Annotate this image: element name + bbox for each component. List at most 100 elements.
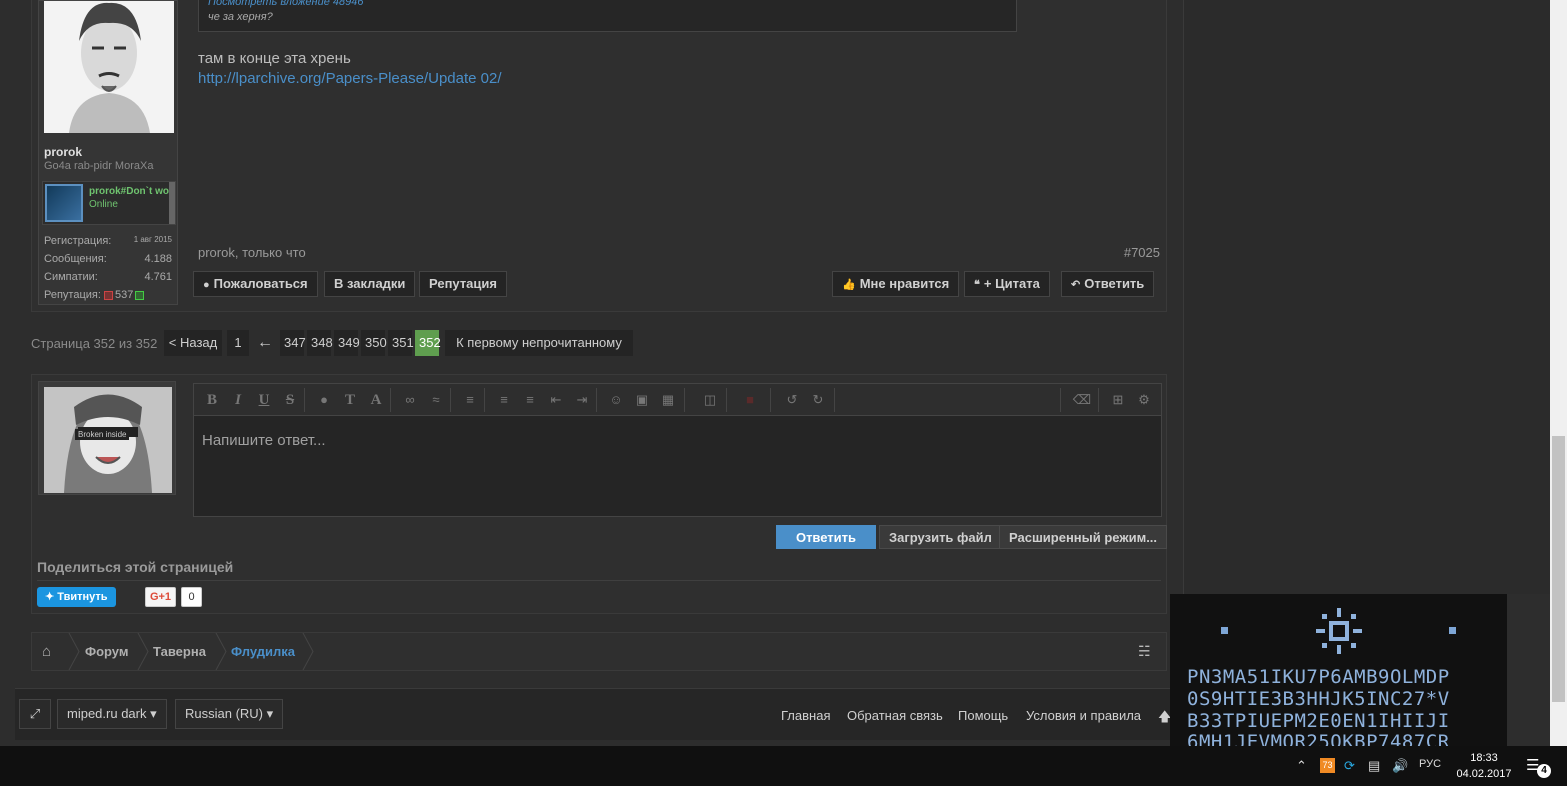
italic-icon[interactable]: I xyxy=(228,391,248,409)
gplus-button[interactable]: G+1 xyxy=(145,587,176,607)
post-number[interactable]: #7025 xyxy=(1124,245,1160,260)
quick-reply: Broken inside B I U S ● T A ∞ ≈ ≡ ≡ ≡ ⇤ xyxy=(31,374,1168,614)
rep-minus-icon[interactable] xyxy=(103,290,113,300)
page-scrollbar[interactable] xyxy=(1550,0,1567,746)
chevron-icon xyxy=(68,632,80,671)
captcha-line: PN3MA51IKU7P6AMB9OLMDP xyxy=(1187,666,1450,688)
page-label: Страница 352 из 352 xyxy=(31,336,158,351)
user-avatar[interactable] xyxy=(44,1,174,133)
captcha-line: B33TPIUEPM2E0EN1IHIIJI xyxy=(1187,710,1450,732)
quote-icon: ❝ xyxy=(974,279,980,291)
page-349[interactable]: 349 xyxy=(334,330,360,356)
post-author-time[interactable]: prorok, только что xyxy=(198,245,306,260)
sitemap-icon[interactable]: ☵ xyxy=(1138,643,1156,661)
code-icon[interactable]: ■ xyxy=(740,391,760,409)
page-350[interactable]: 350 xyxy=(361,330,387,356)
bold-icon[interactable]: B xyxy=(202,391,222,409)
color-icon[interactable]: ● xyxy=(314,391,334,409)
editor-toolbar: B I U S ● T A ∞ ≈ ≡ ≡ ≡ ⇤ ⇥ ☺ ▣ ▦ ◫ ■ ↺ … xyxy=(194,384,1161,416)
stat-likes: Симпатии: 4.761 xyxy=(44,271,172,283)
reply-editor[interactable]: B I U S ● T A ∞ ≈ ≡ ≡ ≡ ⇤ ⇥ ☺ ▣ ▦ ◫ ■ ↺ … xyxy=(193,383,1162,517)
tray-app-badge[interactable]: 73 xyxy=(1320,758,1335,773)
sidebar xyxy=(1183,0,1550,594)
breadcrumb: ⌂ Форум Таверна Флудилка ☵ xyxy=(31,632,1167,671)
message-text: там в конце эта хрень xyxy=(198,50,351,67)
reply-post-button[interactable]: ↶ Ответить xyxy=(1061,271,1155,297)
submit-reply-button[interactable]: Ответить xyxy=(776,525,876,549)
undo-icon[interactable]: ↺ xyxy=(782,391,802,409)
breadcrumb-tavern[interactable]: Таверна xyxy=(153,633,206,670)
outdent-icon[interactable]: ⇤ xyxy=(546,391,566,409)
font-icon[interactable]: A xyxy=(366,391,386,409)
footer-link-home[interactable]: Главная xyxy=(781,708,830,723)
link-icon[interactable]: ∞ xyxy=(400,391,420,409)
page-jump-arrow[interactable]: ← xyxy=(253,330,275,356)
tweet-button[interactable]: ✦ Твитнуть xyxy=(37,587,116,607)
bookmark-button[interactable]: В закладки xyxy=(324,271,416,297)
breadcrumb-flood[interactable]: Флудилка xyxy=(231,633,295,670)
steam-scrollbar[interactable] xyxy=(169,182,175,224)
home-icon[interactable]: ⌂ xyxy=(42,633,51,670)
page-current[interactable]: 352 xyxy=(415,330,441,356)
attachment-link[interactable]: Посмотреть вложение 48946 xyxy=(208,0,363,8)
insert-icon[interactable]: ⊞ xyxy=(1108,391,1128,409)
numbers-icon[interactable]: ≡ xyxy=(520,391,540,409)
footer-link-terms[interactable]: Условия и правила xyxy=(1026,708,1141,723)
image-icon[interactable]: ▣ xyxy=(632,391,652,409)
user-card: prorok Go4a rab-pidr MoraXa prorok#Don`t… xyxy=(38,0,178,305)
report-button[interactable]: ● Пожаловаться xyxy=(193,271,318,297)
my-avatar[interactable]: Broken inside xyxy=(38,381,176,495)
page-347[interactable]: 347 xyxy=(280,330,306,356)
underline-icon[interactable]: U xyxy=(254,391,274,409)
tray-expand-icon[interactable]: ⌃ xyxy=(1296,758,1307,774)
rep-plus-icon[interactable] xyxy=(135,290,145,300)
page-348[interactable]: 348 xyxy=(307,330,333,356)
notification-icon[interactable]: ☰ 4 xyxy=(1526,756,1551,778)
redo-icon[interactable]: ↻ xyxy=(808,391,828,409)
upload-file-button[interactable]: Загрузить файл xyxy=(879,525,1002,549)
clock[interactable]: 18:33 04.02.2017 xyxy=(1455,750,1513,782)
sync-icon[interactable]: ⟳ xyxy=(1344,758,1355,774)
advanced-mode-button[interactable]: Расширенный режим... xyxy=(999,525,1168,549)
steam-signature[interactable]: prorok#Don`t wo Online xyxy=(42,181,176,225)
save-draft-icon[interactable]: ◫ xyxy=(700,391,720,409)
quote-button[interactable]: ❝ + Цитата xyxy=(964,271,1050,297)
page-351[interactable]: 351 xyxy=(388,330,414,356)
smilie-icon[interactable]: ☺ xyxy=(606,391,626,409)
like-button[interactable]: 👍 Мне нравится xyxy=(832,271,960,297)
expand-icon[interactable]: ⤢ xyxy=(19,699,51,729)
text-size-icon[interactable]: T xyxy=(340,391,360,409)
avatar-caption: Broken inside xyxy=(75,429,130,440)
scrollbar-thumb[interactable] xyxy=(1552,436,1565,702)
indent-icon[interactable]: ⇥ xyxy=(572,391,592,409)
footer-link-contact[interactable]: Обратная связь xyxy=(847,708,943,723)
username[interactable]: prorok xyxy=(44,145,82,159)
page-first[interactable]: 1 xyxy=(227,330,249,356)
chevron-icon xyxy=(137,632,149,671)
captcha-line: 0S9HTIE3B3HHJK5INC27*V xyxy=(1187,688,1450,710)
reply-placeholder: Напишите ответ... xyxy=(202,432,326,449)
input-language[interactable]: РУС xyxy=(1419,758,1441,770)
steam-status: Online xyxy=(89,199,118,210)
media-icon[interactable]: ▦ xyxy=(658,391,678,409)
first-unread-button[interactable]: К первому непрочитанному xyxy=(445,330,633,356)
unlink-icon[interactable]: ≈ xyxy=(426,391,446,409)
breadcrumb-forum[interactable]: Форум xyxy=(85,633,128,670)
style-chooser[interactable]: miped.ru dark ▾ xyxy=(57,699,167,729)
captcha-line: 6MH1JEVMOR25OKBP7487CR xyxy=(1187,731,1450,746)
message-link[interactable]: http://lparchive.org/Papers-Please/Updat… xyxy=(198,70,502,87)
twitter-icon: ✦ xyxy=(45,591,58,603)
volume-icon[interactable]: 🔊 xyxy=(1392,758,1408,774)
strike-icon[interactable]: S xyxy=(280,391,300,409)
prev-page-button[interactable]: < Назад xyxy=(164,330,222,356)
captcha-overlay: PN3MA51IKU7P6AMB9OLMDP 0S9HTIE3B3HHJK5IN… xyxy=(1170,594,1507,746)
bullets-icon[interactable]: ≡ xyxy=(494,391,514,409)
language-chooser[interactable]: Russian (RU) ▾ xyxy=(175,699,284,729)
footer-link-help[interactable]: Помощь xyxy=(958,708,1008,723)
reputation-button[interactable]: Репутация xyxy=(419,271,507,297)
align-icon[interactable]: ≡ xyxy=(460,391,480,409)
network-icon[interactable]: ▤ xyxy=(1368,758,1380,774)
remove-format-icon[interactable]: ⌫ xyxy=(1072,391,1092,409)
dot-icon xyxy=(1449,627,1456,634)
settings-icon[interactable]: ⚙ xyxy=(1134,391,1154,409)
